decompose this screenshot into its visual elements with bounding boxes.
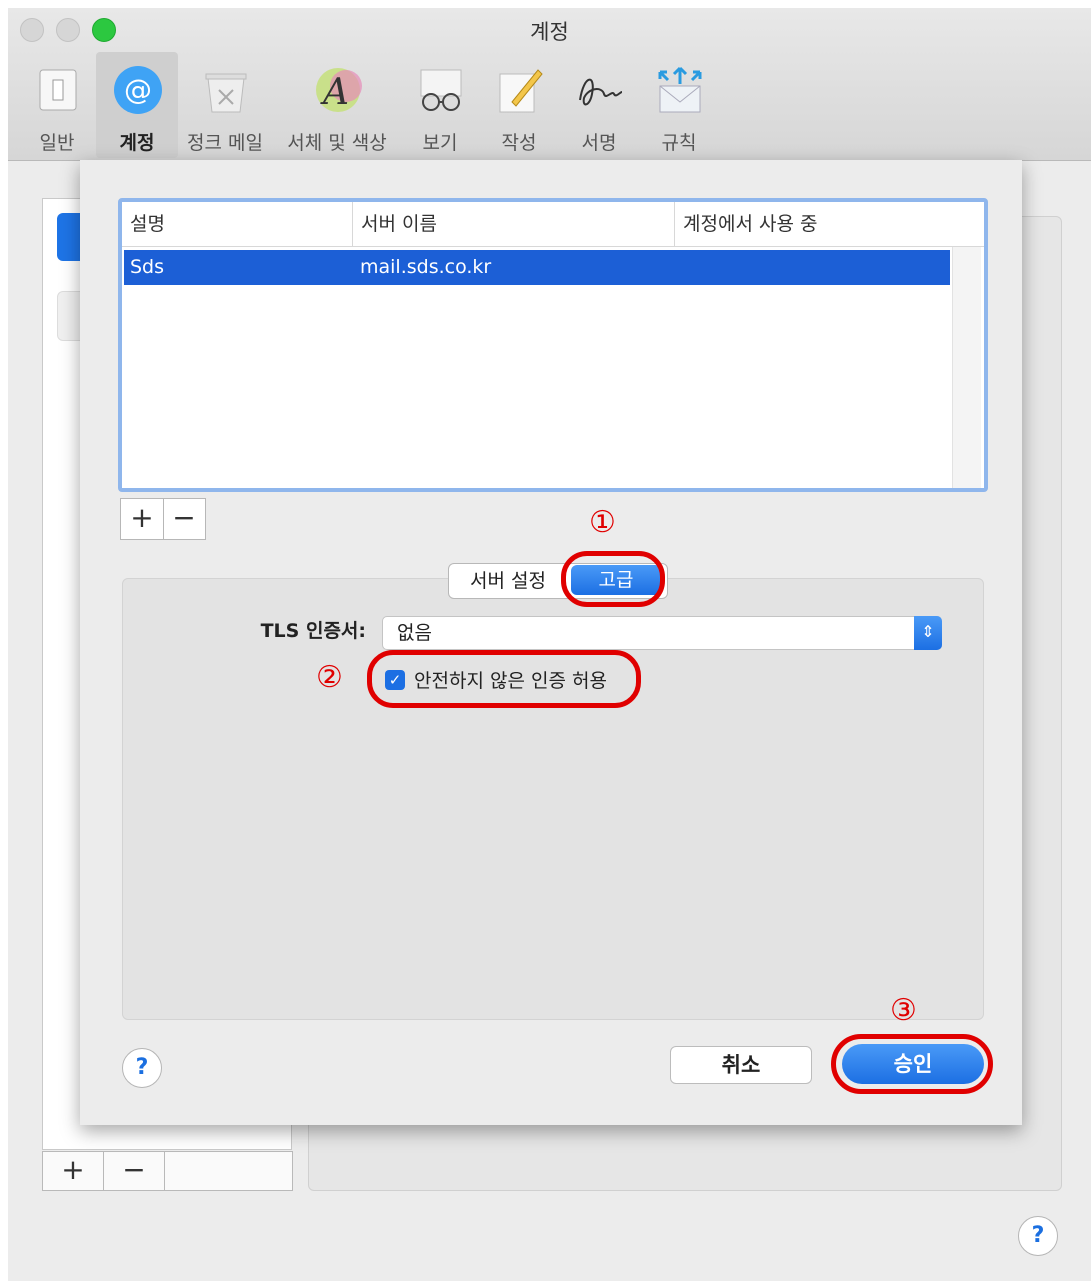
annotation-ring-advanced-tab: [561, 551, 665, 607]
glasses-icon: [420, 69, 462, 111]
column-header-server-name[interactable]: 서버 이름: [352, 202, 674, 246]
server-list-buttons: + −: [120, 498, 206, 540]
annotation-2: ②: [316, 660, 343, 695]
annotation-3: ③: [890, 993, 917, 1028]
checkmark-icon: ✓: [388, 671, 402, 689]
toolbar-rules[interactable]: 규칙: [638, 52, 720, 158]
toolbar-accounts[interactable]: @ 계정: [96, 52, 178, 158]
toolbar-junk[interactable]: 정크 메일: [184, 52, 266, 158]
at-icon: @: [114, 66, 162, 114]
table-row[interactable]: Sds mail.sds.co.kr: [124, 250, 950, 285]
allow-insecure-auth-label: 안전하지 않은 인증 허용: [414, 670, 607, 692]
svg-text:A: A: [320, 72, 349, 113]
allow-insecure-auth-checkbox[interactable]: ✓: [385, 670, 405, 690]
add-account-button[interactable]: +: [43, 1152, 104, 1190]
toolbar: 계정 일반 @ 계정 정크 메일 A 서체 및 색상 보기 작성 서명 규칙: [8, 8, 1091, 161]
toolbar-fonts[interactable]: A 서체 및 색상: [287, 52, 387, 158]
cancel-button[interactable]: 취소: [670, 1046, 812, 1084]
font-icon: A: [316, 68, 362, 113]
rules-icon: [658, 66, 702, 113]
add-server-button[interactable]: +: [121, 499, 164, 539]
toolbar-fonts-label: 서체 및 색상: [287, 132, 387, 154]
general-icon: [39, 69, 77, 111]
column-header-description[interactable]: 설명: [122, 202, 352, 246]
trash-icon: [205, 73, 247, 113]
tls-certificate-label: TLS 인증서:: [260, 620, 366, 642]
tab-server-settings[interactable]: 서버 설정: [449, 564, 567, 598]
help-button[interactable]: ?: [122, 1048, 162, 1088]
annotation-1: ①: [589, 505, 616, 540]
tls-certificate-value: 없음: [397, 622, 432, 644]
signature-icon: [579, 78, 623, 106]
toolbar-accounts-label: 계정: [119, 132, 155, 154]
table-scrollbar[interactable]: [952, 247, 981, 488]
table-header: 설명 서버 이름 계정에서 사용 중: [122, 202, 984, 247]
window-help-button[interactable]: ?: [1018, 1216, 1058, 1256]
server-settings-sheet: 설명 서버 이름 계정에서 사용 중 Sds mail.sds.co.kr + …: [80, 160, 1022, 1125]
pencil-icon: [499, 69, 543, 113]
ok-button[interactable]: 승인: [842, 1044, 984, 1084]
accounts-list-buttons: + −: [42, 1151, 293, 1191]
toolbar-rules-label: 규칙: [661, 132, 697, 154]
toolbar-junk-label: 정크 메일: [187, 132, 263, 154]
remove-server-button[interactable]: −: [163, 499, 205, 539]
cell-description: Sds: [130, 256, 165, 278]
tls-certificate-select[interactable]: 없음 ⇕: [382, 616, 942, 650]
chevron-updown-icon: ⇕: [914, 616, 942, 650]
window-title: 계정: [530, 20, 569, 44]
svg-text:@: @: [124, 73, 152, 106]
server-table: 설명 서버 이름 계정에서 사용 중 Sds mail.sds.co.kr: [118, 198, 988, 492]
column-header-in-use[interactable]: 계정에서 사용 중: [674, 202, 984, 246]
cell-server: mail.sds.co.kr: [360, 256, 492, 278]
remove-account-button[interactable]: −: [104, 1152, 165, 1190]
